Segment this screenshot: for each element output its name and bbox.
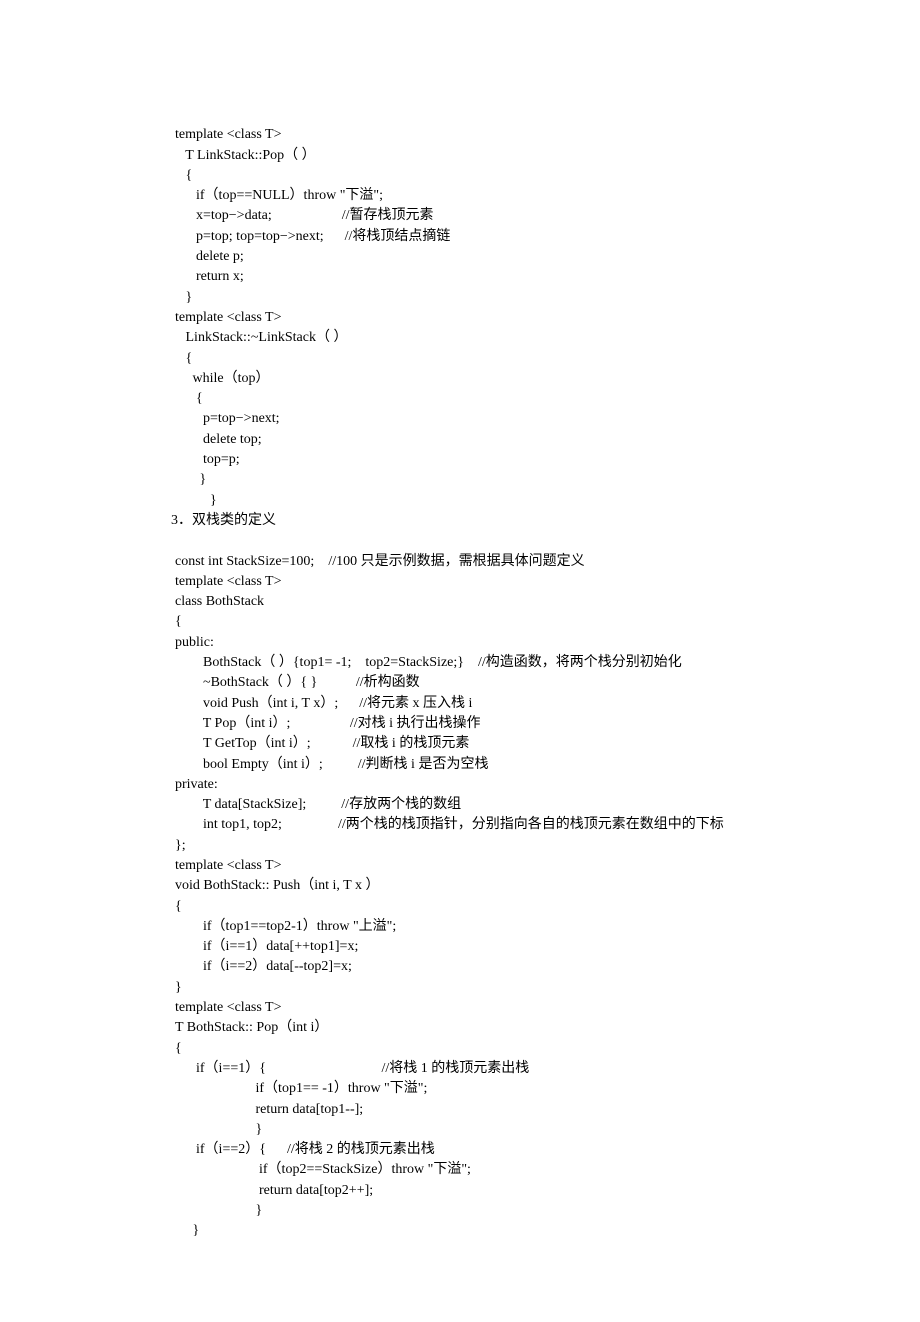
section-heading: 3．双栈类的定义 <box>171 513 276 528</box>
code-block-linkstack: template <class T> T LinkStack::Pop（ ） {… <box>175 127 450 507</box>
document-page: template <class T> T LinkStack::Pop（ ） {… <box>0 0 920 1322</box>
code-block-bothstack: const int StackSize=100; //100 只是示例数据，需根… <box>175 554 724 1239</box>
